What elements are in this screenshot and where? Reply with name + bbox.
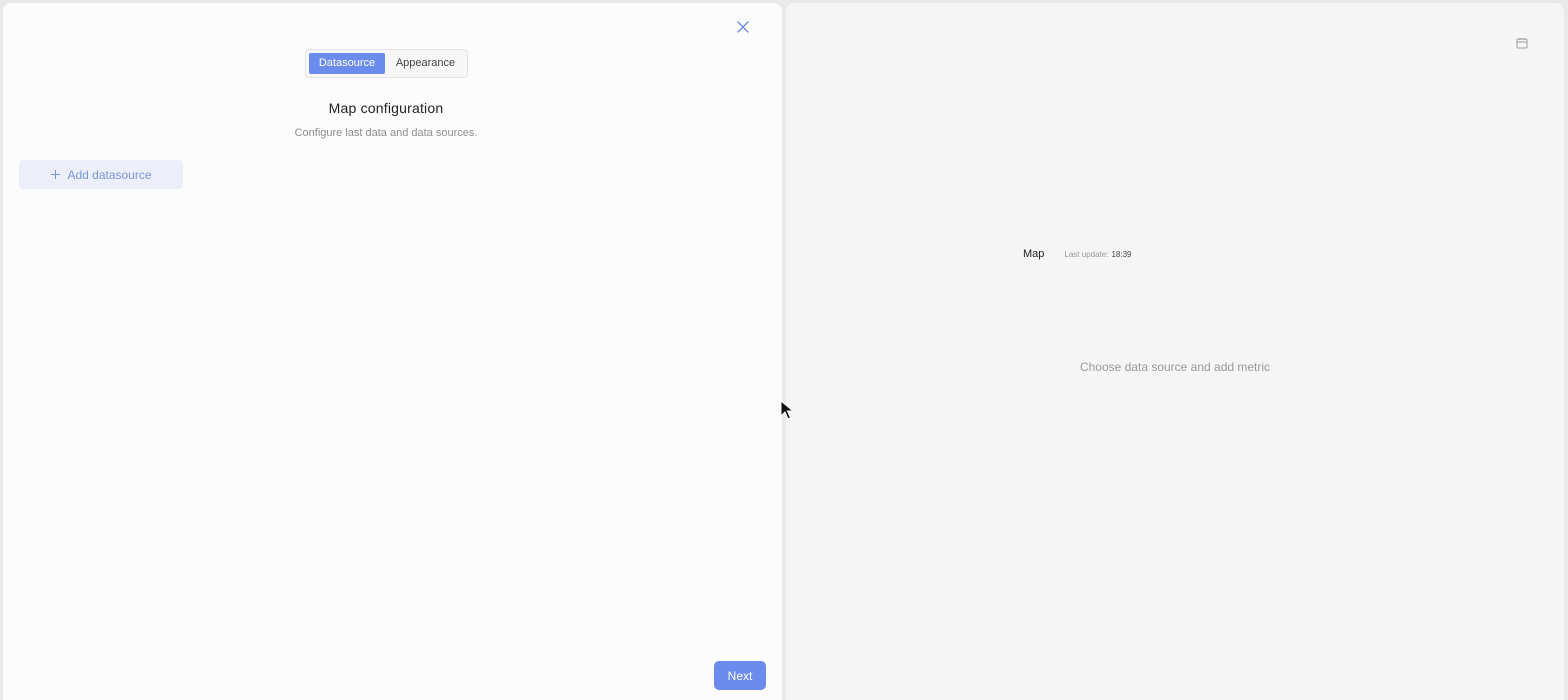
last-update-label: Last update: — [1064, 249, 1109, 259]
calendar-icon — [1516, 38, 1528, 49]
add-datasource-label: Add datasource — [67, 167, 152, 182]
last-update: Last update: 18:39 — [1064, 250, 1131, 259]
add-datasource-button[interactable]: Add datasource — [19, 160, 183, 189]
preview-panel: Map Last update: 18:39 Choose data source… — [786, 3, 1564, 700]
close-button[interactable] — [735, 19, 751, 35]
widget-header: Map Last update: 18:39 — [1023, 248, 1131, 260]
page-subtitle: Configure last data and data sources. — [294, 127, 478, 139]
calendar-button[interactable] — [1516, 36, 1530, 50]
tab-appearance[interactable]: Appearance — [387, 53, 464, 74]
close-icon — [737, 21, 749, 33]
app-root: Datasource Appearance Map configuration … — [0, 0, 1568, 700]
page-title: Map configuration — [328, 100, 444, 116]
last-update-time: 18:39 — [1111, 249, 1132, 259]
widget-title: Map — [1023, 248, 1045, 260]
tab-datasource[interactable]: Datasource — [309, 53, 385, 74]
config-tabs: Datasource Appearance — [305, 49, 468, 78]
empty-state-message: Choose data source and add metric — [1079, 360, 1271, 374]
configuration-panel: Datasource Appearance Map configuration … — [3, 3, 782, 700]
plus-icon — [51, 170, 61, 179]
mouse-cursor-icon — [780, 400, 794, 420]
next-button[interactable]: Next — [714, 661, 766, 690]
